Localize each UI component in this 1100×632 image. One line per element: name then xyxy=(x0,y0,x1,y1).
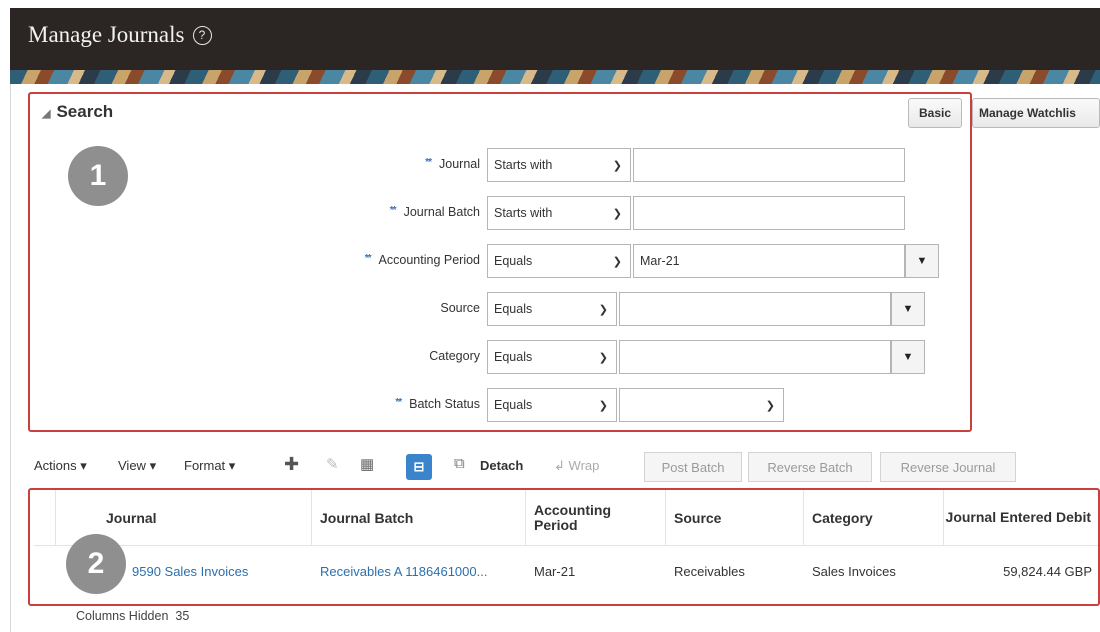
detach-button[interactable]: Detach xyxy=(480,458,523,473)
manage-watchlist-button[interactable]: Manage Watchlis xyxy=(972,98,1100,128)
add-icon[interactable]: ✚ xyxy=(284,454,299,475)
columns-hidden-status: Columns Hidden 35 xyxy=(76,609,190,623)
page-header: Manage Journals? xyxy=(10,8,1100,70)
wrap-icon: ↲ xyxy=(554,458,565,473)
reverse-journal-button[interactable]: Reverse Journal xyxy=(880,452,1016,482)
edit-icon[interactable]: ✎ xyxy=(326,455,339,473)
freeze-icon[interactable]: ▦ xyxy=(360,455,374,473)
highlight-box-search xyxy=(28,92,972,432)
help-icon[interactable]: ? xyxy=(192,26,212,45)
page-title-text: Manage Journals xyxy=(28,22,185,47)
view-menu[interactable]: View ▾ xyxy=(118,458,156,474)
decorative-banner xyxy=(10,70,1100,84)
reverse-batch-button[interactable]: Reverse Batch xyxy=(748,452,872,482)
actions-menu[interactable]: Actions ▾ xyxy=(34,458,87,474)
wrap-button[interactable]: ↲ Wrap xyxy=(554,458,599,474)
caret-down-icon: ▾ xyxy=(228,458,236,473)
format-menu[interactable]: Format ▾ xyxy=(184,458,235,474)
page-title: Manage Journals? xyxy=(28,22,212,48)
query-by-example-icon[interactable]: ⊟ xyxy=(406,454,432,480)
highlight-box-results xyxy=(28,488,1100,606)
post-batch-button[interactable]: Post Batch xyxy=(644,452,742,482)
caret-down-icon: ▾ xyxy=(149,458,157,473)
caret-down-icon: ▾ xyxy=(80,458,87,473)
table-toolbar: Actions ▾ View ▾ Format ▾ ✚ ✎ ▦ ⊟ ⧉ Deta… xyxy=(34,452,1100,482)
detach-icon[interactable]: ⧉ xyxy=(454,455,465,472)
